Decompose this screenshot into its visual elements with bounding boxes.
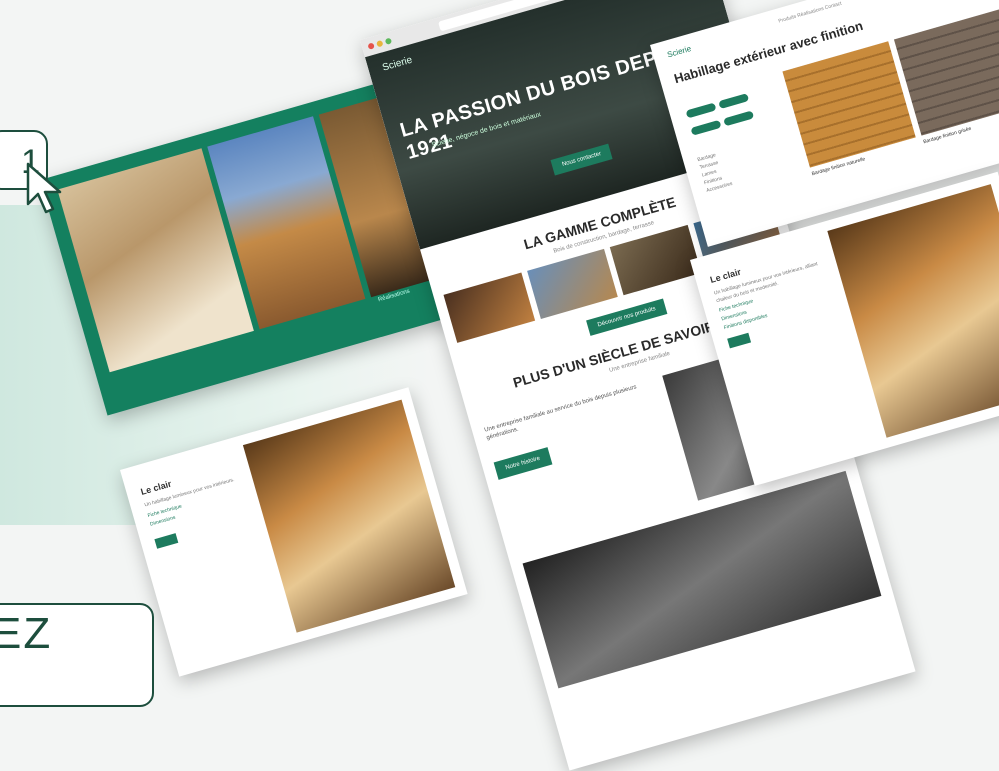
cursor-arrow-icon <box>26 162 62 214</box>
product-category-list: Bardage Terrasse Lames Finitions Accesso… <box>697 149 734 195</box>
history-cta-button: Notre histoire <box>493 446 553 480</box>
product-nav: Produits Réalisations Contact <box>777 0 843 25</box>
natural-wood-swatch <box>782 41 916 168</box>
interior-button <box>727 332 752 349</box>
thumbnail-image <box>609 224 701 296</box>
thumbnail-image <box>443 272 535 343</box>
filter-pill <box>685 102 717 119</box>
minimize-dot-icon <box>376 39 384 48</box>
close-dot-icon <box>367 42 375 50</box>
hero-cta-button: Nous contacter <box>550 143 613 176</box>
filter-pill <box>723 110 755 127</box>
filter-pill <box>718 93 750 110</box>
site-logo: Scierie <box>381 54 414 74</box>
le-clair-button <box>154 532 179 549</box>
gamme-cta-button: Découvrir nos produits <box>586 298 668 336</box>
thumbnail-image <box>526 248 618 320</box>
filter-pills <box>683 90 758 143</box>
interior-text: Le clair Un habillage lumineux pour vos … <box>709 242 845 349</box>
showcase-stage: Réalisations Scierie LA PASSION DU BOIS … <box>0 0 999 771</box>
cta-box: EZ <box>0 603 154 707</box>
maximize-dot-icon <box>384 37 393 45</box>
le-clair-text: Le clair Un habillage lumineux pour vos … <box>140 460 254 549</box>
interior-photo <box>827 184 999 438</box>
filter-pill <box>690 119 722 136</box>
product-logo: Scierie <box>666 44 693 60</box>
cta-box-text: EZ <box>0 609 53 658</box>
